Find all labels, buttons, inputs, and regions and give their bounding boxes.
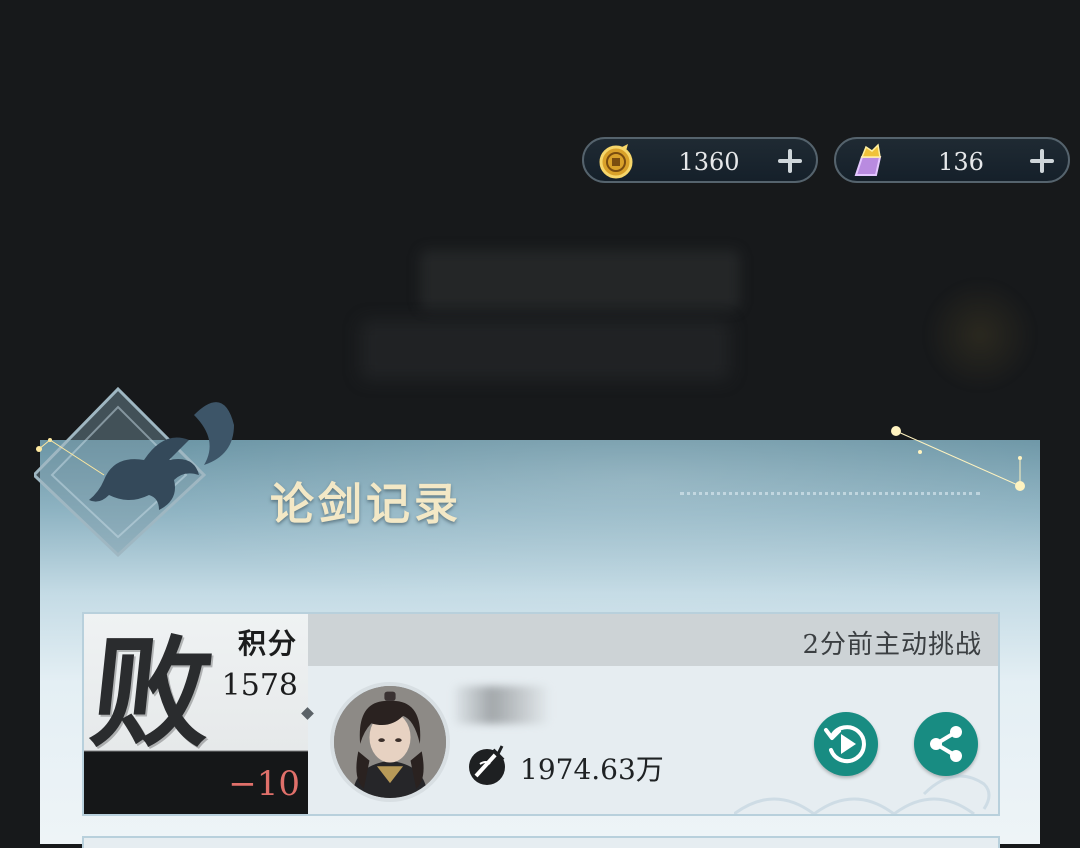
wave-pattern-decoration <box>734 774 991 814</box>
score-value: 1578 <box>221 668 298 703</box>
result-text: 败 <box>84 623 214 764</box>
score-delta: −10 <box>228 764 300 804</box>
add-token-button[interactable] <box>1028 147 1056 175</box>
score-label: 积分 <box>237 627 298 660</box>
result-block: 败 积分 1578 −10 <box>84 614 308 814</box>
background-title-blur <box>420 250 740 310</box>
add-coin-button[interactable] <box>776 147 804 175</box>
currency-coin-pill: 1360 <box>582 137 818 183</box>
background-icon-blur <box>925 280 1035 390</box>
opponent-avatar[interactable] <box>330 682 450 802</box>
constellation-decoration-icon <box>891 426 1025 491</box>
coin-amount: 1360 <box>678 148 740 176</box>
token-icon <box>854 143 882 176</box>
record-header: 2分前主动挑战 <box>308 614 998 666</box>
beast-emblem-icon <box>34 386 234 558</box>
token-amount: 136 <box>938 148 984 176</box>
next-record-card[interactable] <box>82 836 1000 848</box>
combat-power-icon <box>469 745 505 785</box>
panel-title: 论剑记录 <box>270 479 462 530</box>
challenge-info: 2分前主动挑战 <box>802 630 982 660</box>
duel-record-card[interactable]: 败 积分 1578 −10 2分前主动挑战 1974.63万 <box>82 612 1000 816</box>
coin-icon <box>599 144 633 179</box>
currency-token-pill: 136 <box>834 137 1070 183</box>
character-portrait-icon <box>334 686 446 798</box>
opponent-name-blurred <box>454 686 549 724</box>
background-subtitle-blur <box>360 320 730 380</box>
combat-power-value: 1974.63万 <box>520 753 664 786</box>
